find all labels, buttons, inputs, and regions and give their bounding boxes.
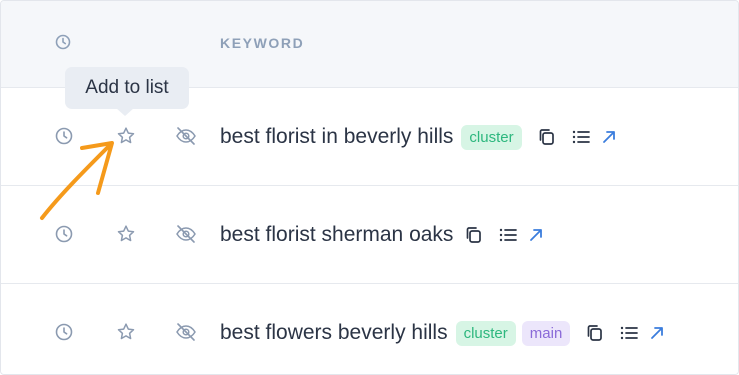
tooltip-caret [116,108,134,116]
star-icon[interactable] [116,322,136,342]
keyword-cell: best florist in beverly hills cluster [220,123,620,151]
star-icon[interactable] [116,224,136,244]
cluster-badge[interactable]: cluster [461,124,522,150]
external-link-icon[interactable] [598,126,620,148]
keyword-text[interactable]: best flowers beverly hills [220,321,448,345]
copy-icon[interactable] [463,224,485,246]
list-icon[interactable] [618,322,640,344]
eye-off-icon[interactable] [175,224,196,244]
cluster-badge[interactable]: cluster [455,320,516,346]
table-row: best flowers beverly hills cluster main [1,284,738,374]
clock-icon[interactable] [54,224,74,244]
star-icon[interactable] [116,126,136,146]
keyword-text[interactable]: best florist in beverly hills [220,125,453,149]
clock-icon[interactable] [54,33,72,51]
keyword-table: KEYWORD best florist in beverly hills cl… [0,0,739,375]
table-row: best florist sherman oaks [1,186,738,284]
external-link-icon[interactable] [525,224,547,246]
keyword-cell: best florist sherman oaks [220,221,547,249]
list-icon[interactable] [497,224,519,246]
keyword-column-header[interactable]: KEYWORD [220,35,304,51]
external-link-icon[interactable] [646,322,668,344]
keyword-text[interactable]: best florist sherman oaks [220,223,453,247]
list-icon[interactable] [570,126,592,148]
eye-off-icon[interactable] [175,126,196,146]
clock-icon[interactable] [54,322,74,342]
clock-icon[interactable] [54,126,74,146]
main-badge[interactable]: main [521,320,571,346]
eye-off-icon[interactable] [175,322,196,342]
copy-icon[interactable] [584,322,606,344]
copy-icon[interactable] [536,126,558,148]
add-to-list-tooltip: Add to list [65,67,189,109]
keyword-cell: best flowers beverly hills cluster main [220,319,668,347]
